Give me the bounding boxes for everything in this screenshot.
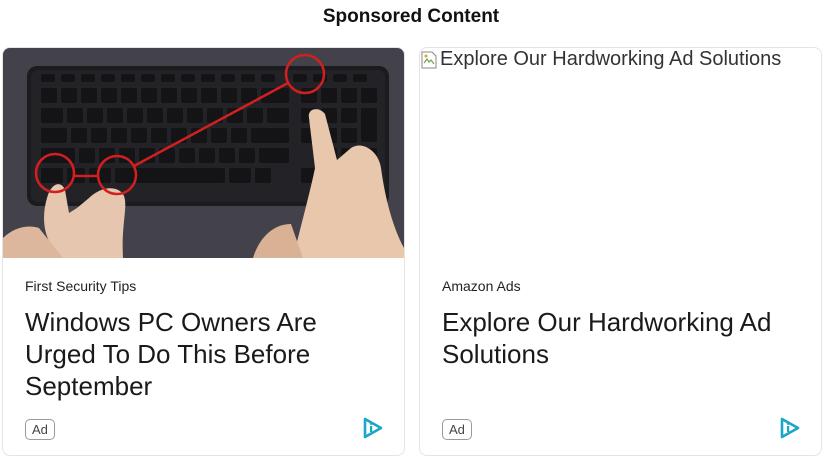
ad-badge: Ad <box>25 419 55 440</box>
card-headline[interactable]: Windows PC Owners Are Urged To Do This B… <box>25 306 385 402</box>
adchoices-icon[interactable] <box>360 416 384 440</box>
broken-image: Explore Our Hardworking Ad Solutions <box>420 48 781 71</box>
card-headline[interactable]: Explore Our Hardworking Ad Solutions <box>442 306 802 370</box>
card-source[interactable]: Amazon Ads <box>442 278 521 294</box>
sponsored-card-1[interactable]: First Security Tips Windows PC Owners Ar… <box>2 47 405 456</box>
adchoices-icon[interactable] <box>777 416 801 440</box>
section-heading: Sponsored Content <box>322 6 500 27</box>
sponsored-card-2[interactable]: Explore Our Hardworking Ad Solutions Ama… <box>419 47 822 456</box>
broken-image-icon <box>420 50 438 70</box>
card-source[interactable]: First Security Tips <box>25 278 136 294</box>
card-image-keyboard[interactable] <box>3 48 404 258</box>
card-image-broken[interactable]: Explore Our Hardworking Ad Solutions <box>420 48 821 258</box>
keyboard-photo <box>3 48 404 258</box>
ad-badge: Ad <box>442 419 472 440</box>
image-alt-text: Explore Our Hardworking Ad Solutions <box>440 48 782 70</box>
